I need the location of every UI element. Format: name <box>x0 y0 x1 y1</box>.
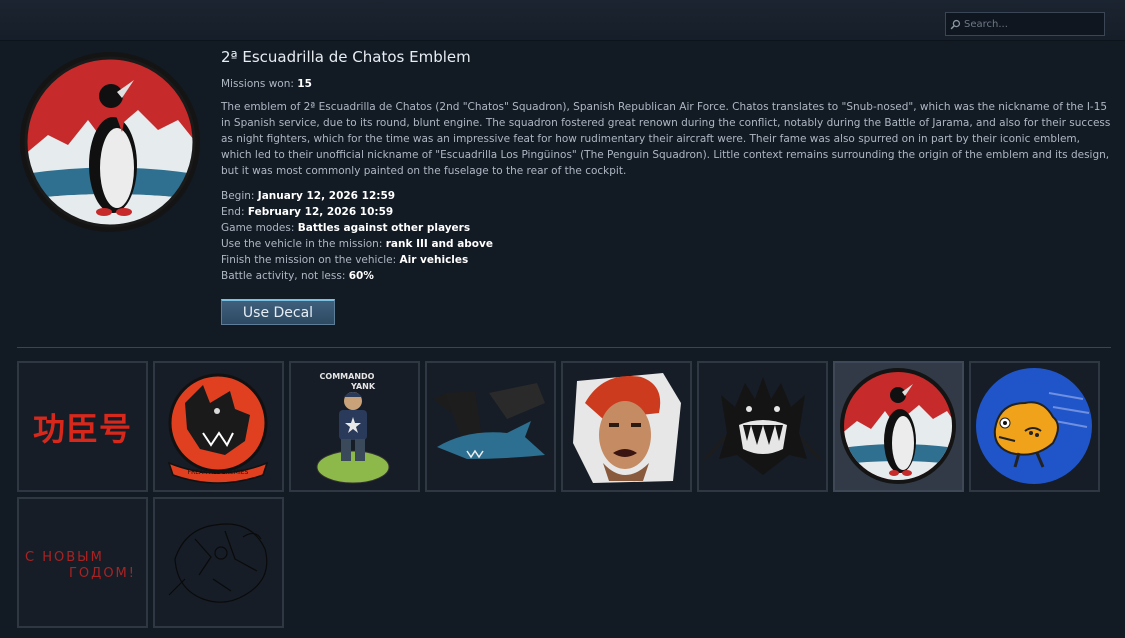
russian-line-2: ГОДОМ! <box>69 566 136 581</box>
decal-tile-chinese[interactable]: 功臣号 <box>17 361 148 492</box>
chinese-text: 功臣号 <box>32 409 132 448</box>
decal-tile-panther[interactable]: FREAK ALL ENEMIES <box>153 361 284 492</box>
decal-title: 2ª Escuadrilla de Chatos Emblem <box>221 48 471 66</box>
divider <box>17 347 1111 348</box>
search-input[interactable] <box>961 18 1104 30</box>
redhead-face-icon <box>573 373 681 483</box>
magnifier-icon <box>950 19 961 29</box>
decal-tile-beast[interactable] <box>697 361 828 492</box>
use-decal-button[interactable]: Use Decal <box>221 299 335 325</box>
end-date: End: February 12, 2026 10:59 <box>221 206 394 218</box>
decal-tile-penguin[interactable] <box>833 361 964 492</box>
sketch-dragon-icon <box>168 523 268 603</box>
top-bar <box>0 0 1125 41</box>
bulldog-emblem-icon <box>976 368 1092 484</box>
decal-description: The emblem of 2ª Escuadrilla de Chatos (… <box>221 101 1111 177</box>
decal-tile-sketch[interactable] <box>153 497 284 628</box>
commando-yank-icon: COMMANDO YANK <box>316 372 390 484</box>
activity-requirement: Battle activity, not less: 60% <box>221 270 374 282</box>
begin-date: Begin: January 12, 2026 12:59 <box>221 190 396 202</box>
penguin-emblem-icon <box>840 368 956 484</box>
decal-tile-commando-yank[interactable]: COMMANDO YANK <box>289 361 420 492</box>
shark-plane-icon <box>433 383 545 459</box>
new-year-text-icon: С НОВЫМ ГОДОМ! <box>25 550 136 581</box>
yank-title-bottom: YANK <box>350 382 376 391</box>
game-modes: Game modes: Battles against other player… <box>221 222 471 234</box>
finish-requirement: Finish the mission on the vehicle: Air v… <box>221 254 469 266</box>
decal-tile-new-year[interactable]: С НОВЫМ ГОДОМ! <box>17 497 148 628</box>
missions-won: Missions won: 15 <box>221 78 312 90</box>
search-box[interactable] <box>945 12 1105 36</box>
vehicle-requirement: Use the vehicle in the mission: rank III… <box>221 238 493 250</box>
decal-tile-redhead[interactable] <box>561 361 692 492</box>
yank-title-top: COMMANDO <box>320 372 375 381</box>
fanged-beast-icon <box>703 377 822 475</box>
decal-info-panel: 2ª Escuadrilla de Chatos Emblem Missions… <box>221 48 1111 284</box>
panther-emblem-icon: FREAK ALL ENEMIES <box>167 373 269 484</box>
panther-ring-text: FREAK ALL ENEMIES <box>188 469 249 476</box>
russian-line-1: С НОВЫМ <box>25 550 104 565</box>
selected-decal-preview <box>20 52 200 232</box>
decal-tile-shark[interactable] <box>425 361 556 492</box>
decal-tile-bulldog[interactable] <box>969 361 1100 492</box>
